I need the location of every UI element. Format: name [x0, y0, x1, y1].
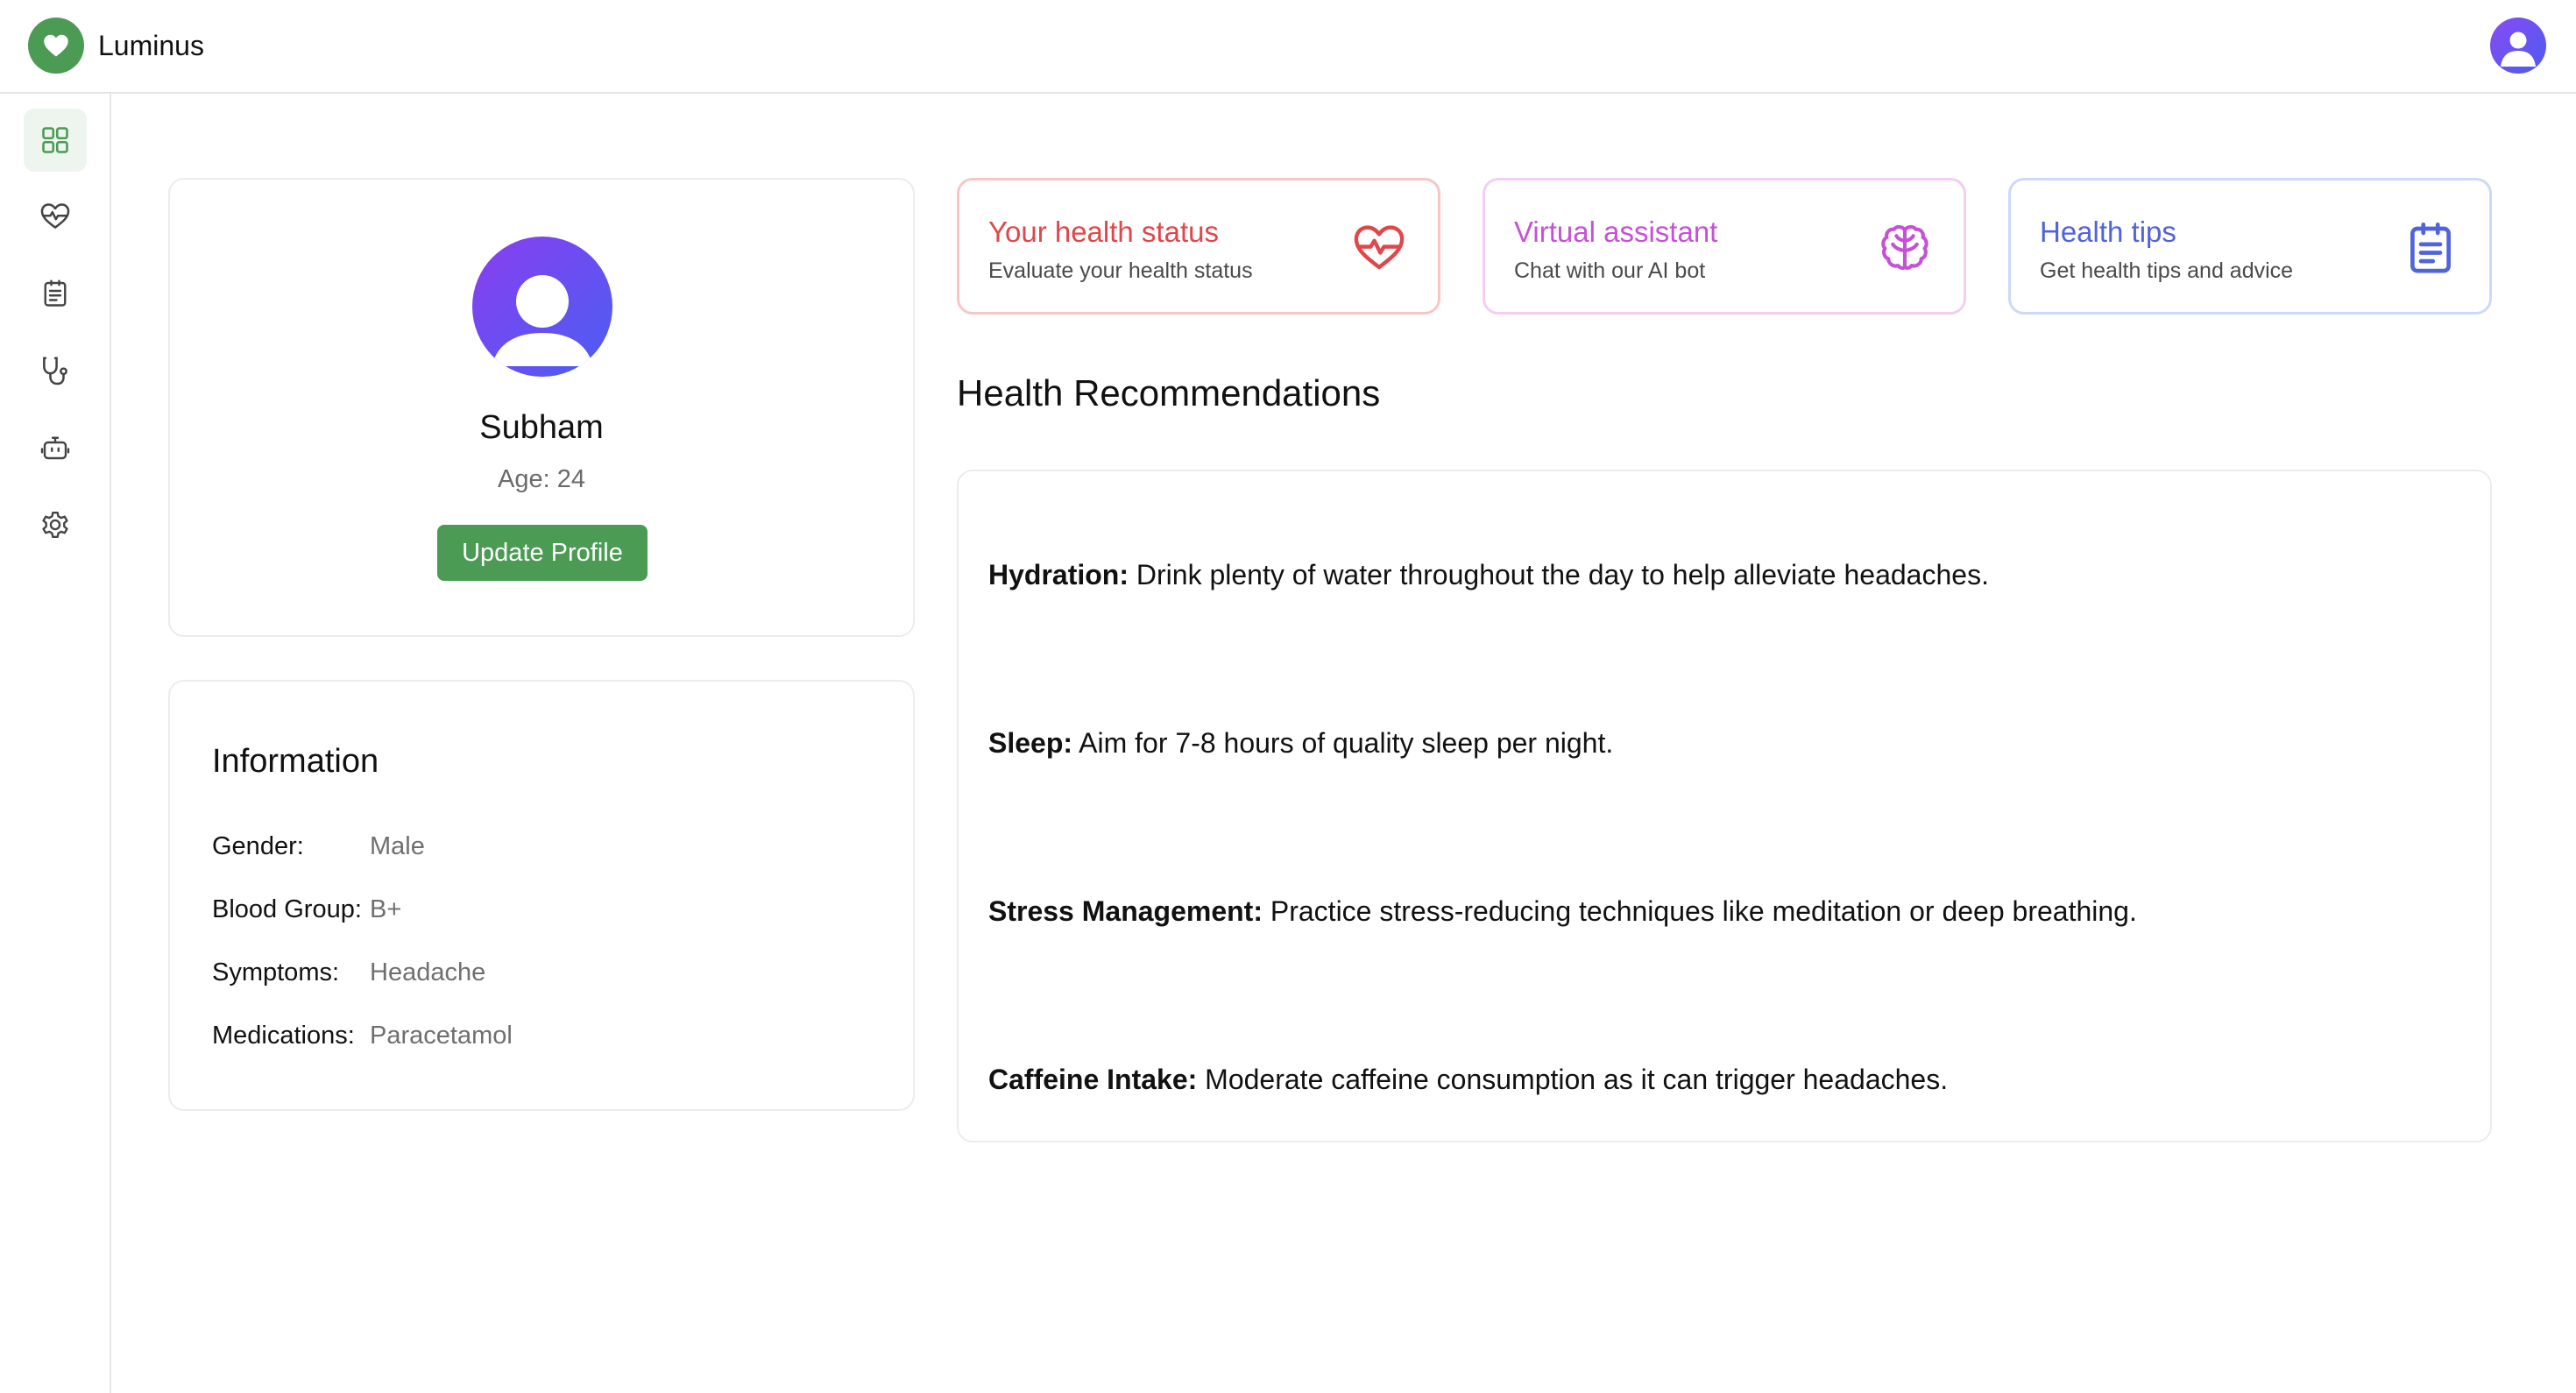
heart-icon: [28, 18, 84, 74]
virtual-assistant-title: Virtual assistant: [1514, 216, 1718, 248]
clipboard-icon: [44, 279, 67, 307]
info-value: Paracetamol: [370, 1022, 513, 1050]
recommendations-heading: Health Recommendations: [957, 372, 1381, 414]
info-row-blood-group: Blood Group: B+: [212, 895, 401, 924]
recommendation-text: Aim for 7-8 hours of quality sleep per n…: [1072, 727, 1614, 759]
sidebar-item-settings[interactable]: [24, 493, 87, 556]
heart-pulse-icon: [1354, 225, 1405, 270]
info-row-medications: Medications: Paracetamol: [212, 1022, 513, 1050]
info-row-gender: Gender: Male: [212, 832, 425, 861]
info-row-symptoms: Symptoms: Headache: [212, 958, 485, 987]
sidebar-item-health[interactable]: [24, 185, 87, 248]
info-label: Blood Group:: [212, 895, 362, 923]
recommendation-label: Caffeine Intake:: [988, 1064, 1198, 1095]
recommendation-text: Moderate caffeine consumption as it can …: [1197, 1064, 1949, 1095]
update-profile-button[interactable]: Update Profile: [437, 525, 648, 581]
recommendation-item: Sleep: Aim for 7-8 hours of quality slee…: [988, 727, 1613, 760]
bot-icon: [40, 436, 70, 460]
top-header: Luminus: [0, 0, 2576, 94]
info-label: Gender:: [212, 832, 304, 860]
sidebar: [0, 94, 111, 1393]
info-value: B+: [370, 895, 402, 923]
brain-icon: [1881, 224, 1928, 270]
profile-avatar-icon: [472, 237, 612, 377]
recommendation-label: Sleep:: [988, 727, 1073, 759]
info-label: Medications:: [212, 1022, 355, 1050]
health-tips-card[interactable]: Health tips Get health tips and advice: [2008, 178, 2492, 315]
settings-gear-icon: [42, 511, 68, 539]
information-title: Information: [212, 743, 379, 780]
info-label: Symptoms:: [212, 958, 340, 986]
sidebar-item-assistant[interactable]: [24, 416, 87, 479]
brand[interactable]: Luminus: [28, 18, 204, 74]
sidebar-item-reports[interactable]: [24, 262, 87, 325]
virtual-assistant-subtitle: Chat with our AI bot: [1514, 258, 1706, 283]
info-value: Male: [370, 832, 425, 860]
profile-name: Subham: [479, 409, 604, 446]
recommendations-card: Hydration: Drink plenty of water through…: [957, 470, 2492, 1142]
health-status-title: Your health status: [988, 216, 1219, 248]
recommendation-label: Stress Management:: [988, 895, 1263, 927]
health-status-card[interactable]: Your health status Evaluate your health …: [957, 178, 1440, 315]
recommendation-item: Hydration: Drink plenty of water through…: [988, 559, 1989, 591]
health-tips-title: Health tips: [2040, 216, 2176, 248]
recommendation-label: Hydration:: [988, 559, 1129, 590]
recommendation-text: Drink plenty of water throughout the day…: [1129, 559, 1989, 590]
recommendation-item: Stress Management: Practice stress-reduc…: [988, 895, 2137, 928]
heart-pulse-icon: [40, 203, 70, 229]
clipboard-list-icon: [2410, 222, 2451, 273]
health-tips-subtitle: Get health tips and advice: [2040, 258, 2294, 283]
app-name: Luminus: [98, 29, 204, 61]
dashboard-grid-icon: [42, 127, 68, 153]
sidebar-item-dashboard[interactable]: [24, 109, 87, 172]
recommendation-text: Practice stress-reducing techniques like…: [1262, 895, 2137, 927]
stethoscope-icon: [43, 357, 67, 385]
profile-age: Age: 24: [498, 465, 585, 493]
user-avatar-icon[interactable]: [2490, 18, 2546, 74]
virtual-assistant-card[interactable]: Virtual assistant Chat with our AI bot: [1483, 178, 1966, 315]
sidebar-item-doctors[interactable]: [24, 339, 87, 402]
info-value: Headache: [370, 958, 486, 986]
recommendation-item: Caffeine Intake: Moderate caffeine consu…: [988, 1064, 1948, 1096]
information-card: Information Gender: Male Blood Group: B+…: [168, 680, 915, 1111]
health-status-subtitle: Evaluate your health status: [988, 258, 1253, 283]
profile-card: Subham Age: 24 Update Profile: [168, 178, 915, 637]
